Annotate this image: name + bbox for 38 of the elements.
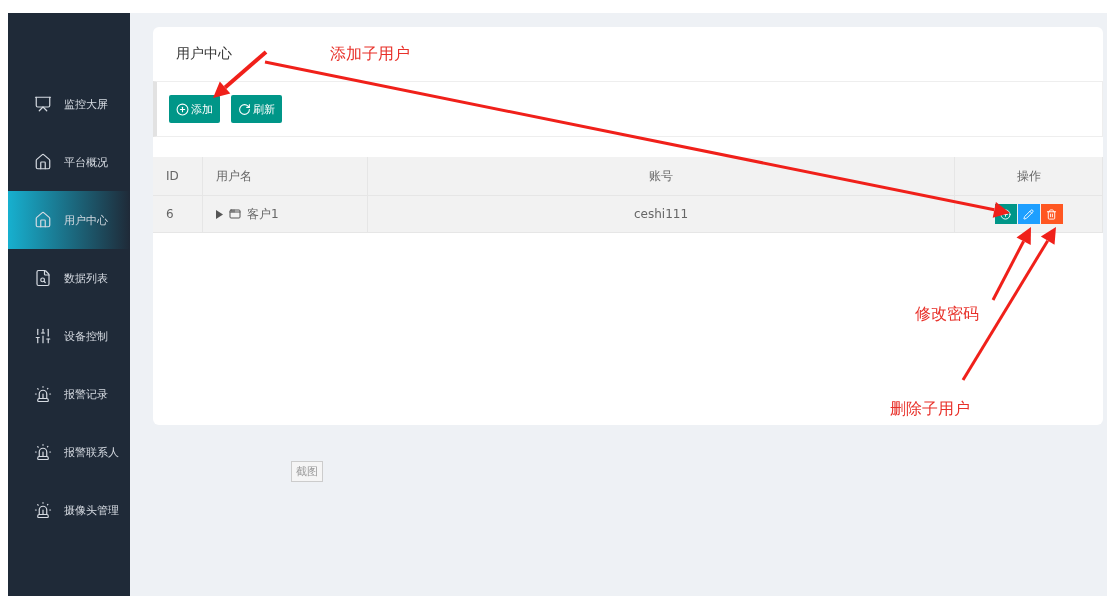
trash-icon (1046, 208, 1057, 220)
user-name: 客户1 (247, 205, 279, 223)
sidebar-item[interactable]: 报警记录 (8, 365, 130, 423)
annotation-label: 删除子用户 (890, 399, 970, 420)
sidebar-item[interactable]: 数据列表 (8, 249, 130, 307)
add-button[interactable]: 添加 (169, 95, 220, 123)
column-header: 账号 (368, 157, 955, 196)
house-icon (34, 153, 52, 171)
edit-button[interactable] (1017, 204, 1040, 224)
plus-circle-icon (1000, 208, 1011, 220)
siren-icon (34, 501, 52, 519)
sidebar-item[interactable]: 监控大屏 (8, 75, 130, 133)
table-cell: 6 (153, 196, 203, 233)
siren-icon (34, 385, 52, 403)
sidebar-item[interactable]: 摄像头管理 (8, 481, 130, 539)
panel-title: 用户中心 (176, 45, 232, 63)
plus-circle-icon (176, 102, 189, 116)
sidebar-item[interactable]: 平台概况 (8, 133, 130, 191)
column-header: 操作 (955, 157, 1103, 196)
presentation-icon (34, 95, 52, 113)
sidebar-item[interactable]: 设备控制 (8, 307, 130, 365)
delete-button[interactable] (1040, 204, 1063, 224)
house-icon (34, 211, 52, 229)
sidebar-item[interactable]: 报警联系人 (8, 423, 130, 481)
table-cell: ceshi111 (368, 196, 955, 233)
sliders-icon (34, 327, 52, 345)
annotation-label: 修改密码 (915, 304, 979, 325)
refresh-icon (238, 102, 251, 116)
pencil-icon (1023, 208, 1034, 220)
file-search-icon (34, 269, 52, 287)
expand-caret-icon[interactable] (216, 209, 223, 219)
siren-icon (34, 443, 52, 461)
window-icon (229, 208, 241, 220)
column-header: ID (153, 157, 203, 196)
sidebar-item[interactable]: 用户中心 (8, 191, 130, 249)
column-header: 用户名 (203, 157, 368, 196)
annotation-label: 添加子用户 (330, 44, 410, 65)
refresh-button[interactable]: 刷新 (231, 95, 282, 123)
